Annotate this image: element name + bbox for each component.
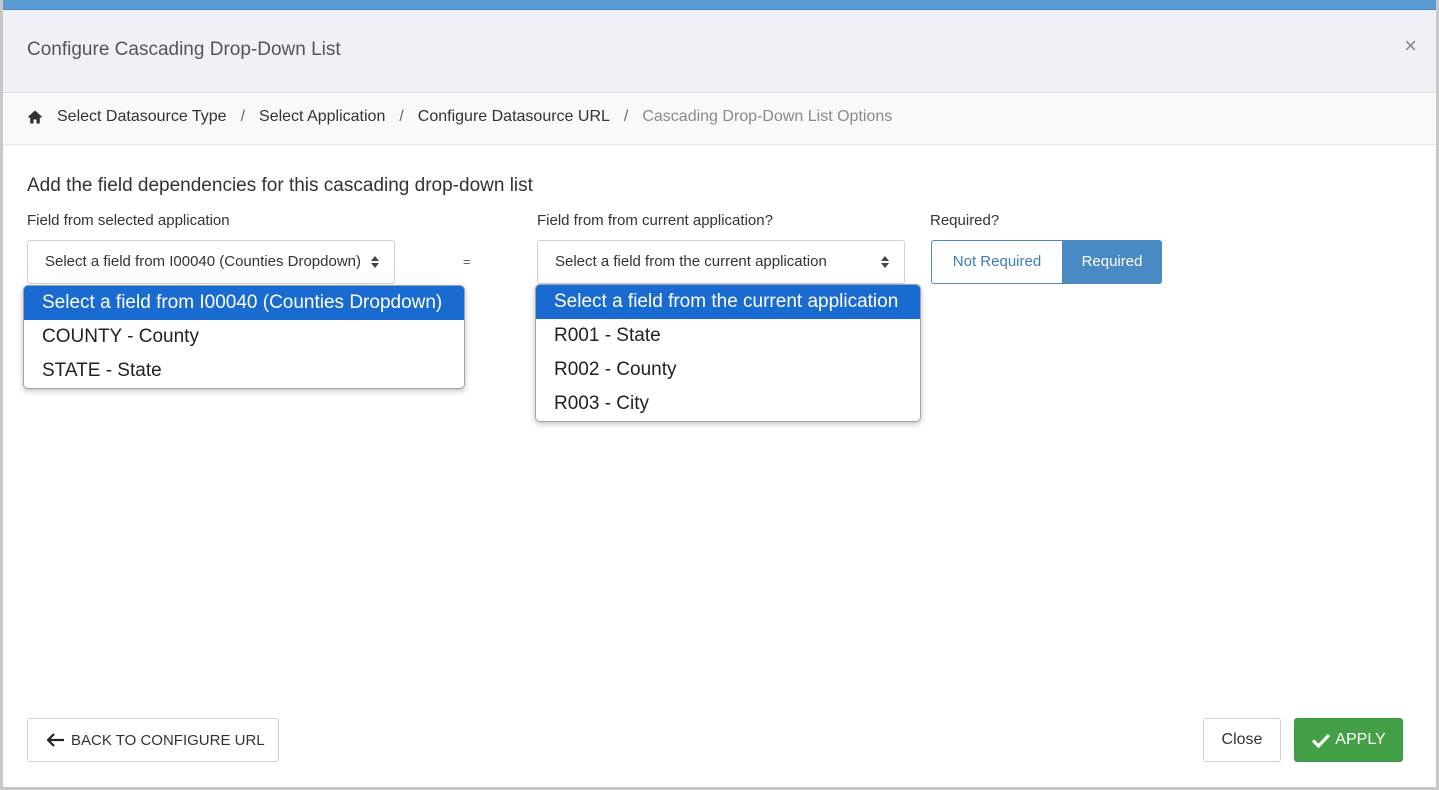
dropdown-option[interactable]: R001 - State: [536, 319, 920, 353]
back-to-configure-url-button[interactable]: BACK TO CONFIGURE URL: [27, 718, 279, 762]
breadcrumb: Select Datasource Type / Select Applicat…: [3, 94, 1436, 145]
not-required-button[interactable]: Not Required: [931, 240, 1062, 284]
dropdown-option[interactable]: Select a field from the current applicat…: [536, 285, 920, 319]
dropdown-option[interactable]: COUNTY - County: [24, 320, 464, 354]
current-application-field-dropdown: Select a field from the current applicat…: [535, 284, 921, 422]
breadcrumb-cascading-options-current: Cascading Drop-Down List Options: [642, 108, 893, 125]
close-icon[interactable]: ×: [1404, 35, 1417, 57]
breadcrumb-configure-datasource-url[interactable]: Configure Datasource URL: [418, 108, 610, 126]
dropdown-option[interactable]: STATE - State: [24, 354, 464, 388]
apply-button[interactable]: APPLY: [1294, 718, 1403, 762]
required-button[interactable]: Required: [1062, 240, 1162, 284]
breadcrumb-select-datasource-type[interactable]: Select Datasource Type: [57, 108, 227, 126]
sort-arrows-icon: [371, 256, 379, 268]
current-application-field-select[interactable]: Select a field from the current applicat…: [537, 240, 905, 284]
modal-title: Configure Cascading Drop-Down List: [27, 39, 341, 60]
left-field-label: Field from selected application: [27, 212, 230, 229]
breadcrumb-list: Select Datasource Type / Select Applicat…: [27, 108, 892, 126]
modal-header: Configure Cascading Drop-Down List ×: [3, 10, 1436, 93]
check-icon: [1312, 733, 1331, 748]
dropdown-option[interactable]: Select a field from I00040 (Counties Dro…: [24, 286, 464, 320]
breadcrumb-separator: /: [399, 108, 404, 125]
dropdown-option[interactable]: R003 - City: [536, 387, 920, 421]
selected-application-field-dropdown: Select a field from I00040 (Counties Dro…: [23, 285, 465, 389]
breadcrumb-separator: /: [240, 108, 246, 125]
right-field-label: Field from from current application?: [537, 212, 773, 229]
dropdown-option[interactable]: R002 - County: [536, 353, 920, 387]
breadcrumb-select-application[interactable]: Select Application: [259, 108, 385, 126]
home-icon[interactable]: [27, 109, 43, 125]
required-toggle-group: Not Required Required: [931, 240, 1162, 284]
modal-top-accent-bar: [3, 0, 1436, 9]
apply-button-label: APPLY: [1335, 731, 1386, 748]
sort-arrows-icon: [881, 256, 889, 268]
close-button[interactable]: Close: [1203, 718, 1281, 762]
back-button-label: BACK TO CONFIGURE URL: [71, 731, 265, 749]
required-label: Required?: [930, 212, 1000, 229]
current-application-field-value: Select a field from the current applicat…: [555, 253, 827, 270]
equals-sign: =: [463, 254, 471, 269]
arrow-left-icon: [47, 733, 64, 747]
selected-application-field-value: Select a field from I00040 (Counties Dro…: [45, 253, 361, 270]
configure-cascading-dropdown-modal: Configure Cascading Drop-Down List × Sel…: [0, 0, 1439, 790]
breadcrumb-separator: /: [623, 108, 629, 125]
selected-application-field-select[interactable]: Select a field from I00040 (Counties Dro…: [27, 240, 395, 284]
section-title: Add the field dependencies for this casc…: [27, 175, 533, 196]
